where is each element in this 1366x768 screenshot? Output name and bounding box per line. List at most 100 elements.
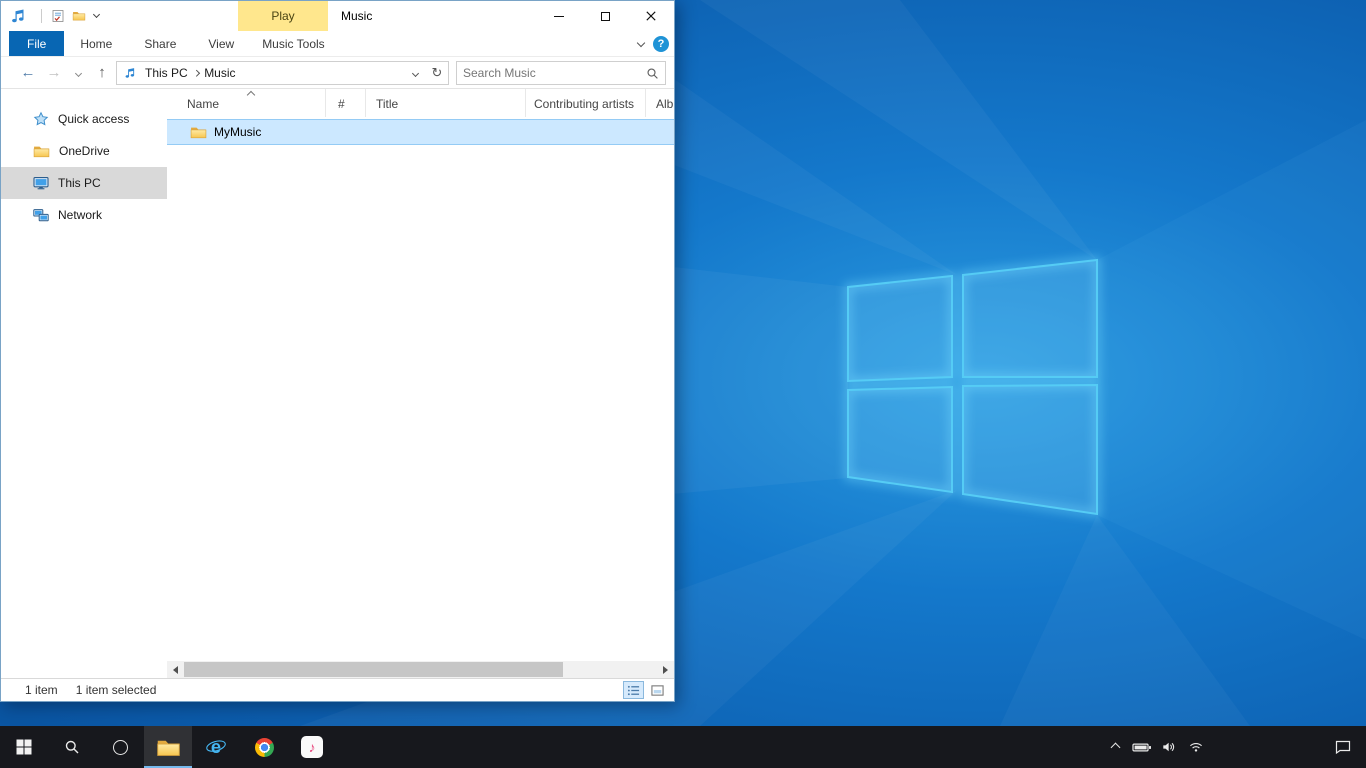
volume-tray-button[interactable] (1157, 726, 1181, 768)
tab-view[interactable]: View (192, 31, 250, 56)
ribbon-tab-row: File Home Share View Music Tools ? (1, 31, 674, 57)
refresh-button[interactable]: ↻ (426, 62, 448, 84)
window-title: Music (341, 1, 372, 31)
maximize-button[interactable] (582, 1, 628, 31)
nav-item-quick-access[interactable]: Quick access (1, 103, 167, 135)
battery-tray-button[interactable] (1130, 726, 1154, 768)
selection-count: 1 item selected (76, 683, 157, 697)
column-header-number[interactable]: # (326, 89, 366, 117)
close-button[interactable] (628, 1, 674, 31)
folder-icon (190, 125, 207, 139)
star-icon (33, 111, 49, 127)
taskbar-itunes-button[interactable]: ♪ (288, 726, 336, 768)
folder-icon (33, 144, 50, 158)
details-view-button[interactable] (623, 681, 644, 699)
large-icons-view-icon (651, 684, 664, 697)
status-bar: 1 item 1 item selected (1, 678, 674, 701)
search-icon (64, 739, 80, 755)
tab-home[interactable]: Home (64, 31, 128, 56)
file-row-mymusic[interactable]: MyMusic (167, 119, 674, 145)
search-icon[interactable] (646, 67, 659, 80)
svg-text:e: e (211, 736, 221, 757)
horizontal-scrollbar[interactable] (167, 661, 674, 678)
help-button[interactable]: ? (653, 36, 669, 52)
qat-customize-chevron-icon[interactable] (93, 11, 100, 18)
tab-share[interactable]: Share (128, 31, 192, 56)
tab-music-tools[interactable]: Music Tools (250, 31, 336, 56)
chrome-icon (255, 738, 274, 757)
start-button[interactable] (0, 726, 48, 768)
computer-icon (33, 176, 49, 190)
action-center-icon (1335, 739, 1351, 755)
scrollbar-thumb[interactable] (184, 662, 563, 677)
network-tray-button[interactable] (1184, 726, 1208, 768)
address-bar[interactable]: This PC Music ↻ (116, 61, 449, 85)
column-header-contributing-artists[interactable]: Contributing artists (526, 89, 646, 117)
item-count: 1 item (25, 683, 58, 697)
recent-locations-chevron-icon[interactable] (75, 70, 82, 77)
navigation-toolbar: ← → ↑ This PC Music ↻ (1, 57, 674, 89)
taskbar-empty-area (1208, 726, 1320, 768)
music-note-icon[interactable] (10, 8, 26, 24)
system-tray (1103, 726, 1208, 768)
nav-item-this-pc[interactable]: This PC (1, 167, 167, 199)
minimize-button[interactable] (536, 1, 582, 31)
column-headers: Name # Title Contributing artists Album (167, 89, 674, 117)
large-icons-view-button[interactable] (647, 681, 668, 699)
music-note-icon (124, 67, 136, 79)
window-controls (536, 1, 674, 31)
taskbar-search-button[interactable] (48, 726, 96, 768)
column-header-album[interactable]: Album (646, 89, 674, 117)
network-icon (33, 208, 49, 222)
windows-logo-icon (16, 739, 32, 755)
battery-icon (1132, 742, 1152, 753)
tab-file[interactable]: File (9, 31, 64, 56)
show-hidden-icons-button[interactable] (1103, 726, 1127, 768)
search-input[interactable] (463, 66, 646, 80)
taskbar-chrome-button[interactable] (240, 726, 288, 768)
properties-icon[interactable] (51, 9, 65, 23)
action-center-button[interactable] (1320, 726, 1366, 768)
breadcrumb-music[interactable]: Music (199, 62, 240, 84)
contextual-tab-play[interactable]: Play (238, 1, 328, 31)
cortana-circle-icon (113, 740, 128, 755)
chevron-up-icon (1110, 742, 1120, 752)
cortana-button[interactable] (96, 726, 144, 768)
titlebar: Play Music (1, 1, 674, 31)
taskbar-file-explorer-button[interactable] (144, 726, 192, 768)
nav-label: Network (58, 208, 102, 222)
address-dropdown-chevron-icon[interactable] (412, 69, 419, 76)
breadcrumb-this-pc[interactable]: This PC (140, 62, 193, 84)
breadcrumb-chevron-icon[interactable] (193, 70, 199, 76)
nav-label: Quick access (58, 112, 129, 126)
back-button[interactable]: ← (17, 57, 39, 89)
nav-item-onedrive[interactable]: OneDrive (1, 135, 167, 167)
file-list-pane: Name # Title Contributing artists Album … (167, 89, 674, 678)
folder-icon (156, 737, 181, 757)
taskbar-internet-explorer-button[interactable]: e (192, 726, 240, 768)
taskbar: e ♪ (0, 726, 1366, 768)
nav-label: This PC (58, 176, 101, 190)
details-view-icon (627, 684, 640, 697)
speaker-icon (1162, 740, 1176, 754)
desktop: Play Music File Home Share View Music To… (0, 0, 1366, 768)
itunes-music-note-icon: ♪ (301, 736, 323, 758)
column-header-name[interactable]: Name (167, 89, 326, 117)
search-box (456, 61, 666, 85)
quick-access-toolbar-divider (41, 9, 42, 23)
navigation-pane: Quick access OneDrive This PC Network (1, 89, 167, 678)
column-header-title[interactable]: Title (366, 89, 526, 117)
file-explorer-window: Play Music File Home Share View Music To… (0, 0, 675, 702)
scroll-left-arrow-icon[interactable] (167, 661, 184, 678)
view-toggles (623, 681, 668, 699)
new-folder-icon[interactable] (72, 10, 86, 21)
explorer-body: Quick access OneDrive This PC Network (1, 89, 674, 678)
expand-ribbon-chevron-icon[interactable] (637, 39, 645, 47)
up-button[interactable]: ↑ (91, 57, 113, 89)
file-name: MyMusic (214, 125, 261, 139)
forward-button[interactable]: → (43, 57, 65, 89)
nav-item-network[interactable]: Network (1, 199, 167, 231)
nav-label: OneDrive (59, 144, 110, 158)
wifi-icon (1189, 740, 1203, 754)
scroll-right-arrow-icon[interactable] (657, 661, 674, 678)
